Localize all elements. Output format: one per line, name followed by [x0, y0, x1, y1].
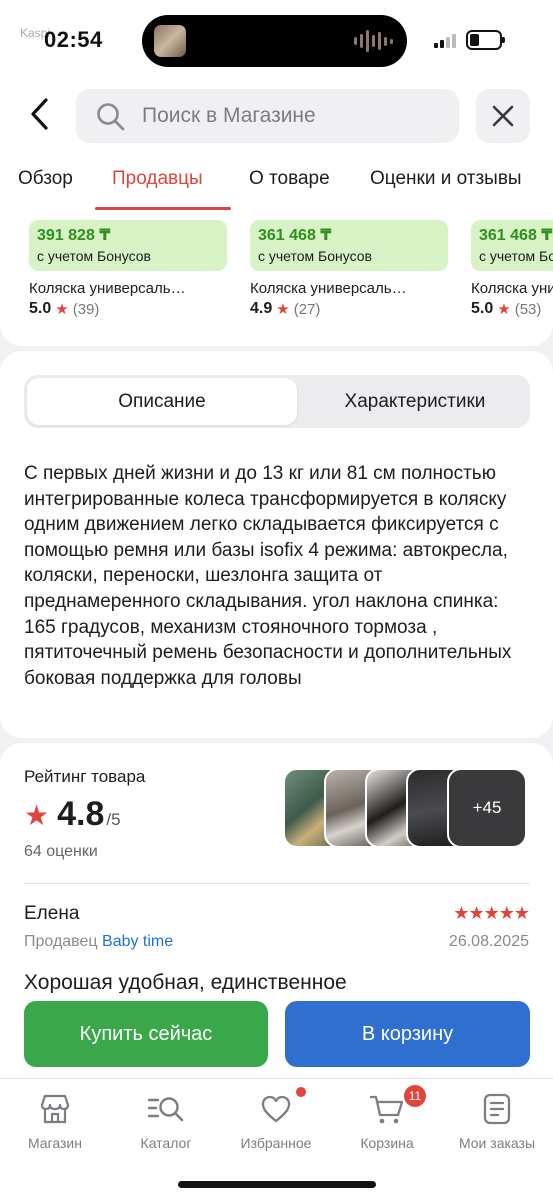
clock: 02:54	[44, 27, 103, 52]
rating-count: 64 оценки	[24, 843, 98, 860]
seller-rating: 5.0 ★ (39)	[29, 300, 229, 318]
tab-sellers[interactable]: Продавцы	[112, 168, 203, 190]
seller-card[interactable]: 361 468 ₸ с учетом Бонусов Коляска униве…	[250, 220, 450, 318]
seller-rating: 5.0 ★ (53)	[471, 300, 553, 318]
price-box: 361 468 ₸ с учетом Бонусов	[250, 220, 448, 271]
audio-waveform-icon	[354, 29, 393, 53]
tab-overview[interactable]: Обзор	[18, 168, 73, 190]
review-count: (53)	[514, 300, 542, 318]
search-icon	[97, 103, 125, 131]
seller-product-name: Коляска универсаль…	[29, 280, 186, 297]
battery-icon	[466, 30, 505, 50]
catalog-search-icon	[116, 1091, 216, 1127]
close-button[interactable]	[476, 89, 530, 143]
shop-icon	[5, 1091, 105, 1127]
price-box: 391 828 ₸ с учетом Бонусов	[29, 220, 227, 271]
tabbar-item-shop[interactable]: Магазин	[5, 1091, 105, 1151]
review-date: 26.08.2025	[448, 933, 529, 950]
rating-score: ★ 4.8 /5	[24, 795, 121, 834]
cart-icon: 11	[337, 1085, 437, 1127]
tabbar-item-cart[interactable]: 11 Корзина	[337, 1085, 437, 1151]
divider	[24, 883, 530, 884]
star-icon: ★	[276, 301, 290, 318]
orders-icon	[447, 1091, 547, 1127]
bonus-note: с учетом Бонусов	[258, 248, 372, 264]
star-icon: ★	[55, 301, 69, 318]
price-box: 361 468 ₸ с учетом Бонусов	[471, 220, 553, 271]
bonus-note: с учетом Бонусов	[37, 248, 151, 264]
add-to-cart-button[interactable]: В корзину	[285, 1001, 530, 1067]
bonus-note: с учетом Бонусов	[479, 248, 553, 264]
search-input[interactable]: Поиск в Магазине	[76, 89, 459, 143]
signal-icon	[434, 34, 456, 48]
review-author: Елена	[24, 903, 80, 924]
description-card: Описание Характеристики С первых дней жи…	[0, 351, 553, 738]
star-icon: ★	[497, 301, 511, 318]
tab-reviews[interactable]: Оценки и отзывы	[370, 168, 522, 190]
seller-price: 361 468 ₸	[479, 227, 553, 244]
tabbar-item-catalog[interactable]: Каталог	[116, 1091, 216, 1151]
tab-about[interactable]: О товаре	[249, 168, 330, 190]
rating-max: /5	[106, 810, 121, 829]
close-icon	[492, 105, 514, 127]
description-segmented-control: Описание Характеристики	[24, 375, 530, 428]
seller-label: Продавец	[24, 933, 98, 950]
now-playing-artwork	[154, 25, 186, 57]
tabbar-label: Мои заказы	[458, 1135, 536, 1151]
rating-value: 4.9	[250, 300, 273, 317]
seller-price: 391 828 ₸	[37, 227, 111, 244]
more-photos-button[interactable]: +45	[447, 768, 527, 848]
tabbar-label: Каталог	[140, 1135, 192, 1151]
notification-dot	[296, 1087, 306, 1097]
seller-card[interactable]: 361 468 ₸ с учетом Бонусов Коляска униве…	[471, 220, 553, 318]
tab-specifications[interactable]: Характеристики	[300, 378, 530, 425]
review-seller: Продавец Baby time	[24, 933, 173, 951]
seller-card[interactable]: 391 828 ₸ с учетом Бонусов Коляска униве…	[29, 220, 229, 318]
cart-badge: 11	[404, 1085, 426, 1107]
description-text: С первых дней жизни и до 13 кг или 81 см…	[24, 463, 512, 689]
seller-link[interactable]: Baby time	[102, 933, 173, 950]
review-photos[interactable]: +45	[283, 768, 529, 848]
seller-product-name: Коляска универсаль…	[471, 280, 553, 297]
product-tabs: Обзор Продавцы О товаре Оценки и отзывы	[0, 150, 553, 210]
rating-value: 5.0	[29, 300, 52, 317]
review-count: (27)	[293, 300, 321, 318]
review-count: (39)	[72, 300, 100, 318]
search-header: Поиск в Магазине	[0, 82, 553, 150]
tabbar-item-orders[interactable]: Мои заказы	[447, 1091, 547, 1151]
rating-value: 5.0	[471, 300, 494, 317]
back-icon[interactable]	[28, 96, 58, 136]
home-indicator[interactable]	[178, 1181, 376, 1188]
tabbar-label: Избранное	[240, 1135, 312, 1151]
review-text: Хорошая удобная, единственное	[24, 971, 347, 993]
seller-rating: 4.9 ★ (27)	[250, 300, 450, 318]
rating-title: Рейтинг товара	[24, 767, 146, 786]
seller-product-name: Коляска универсаль…	[250, 280, 407, 297]
heart-icon	[226, 1087, 326, 1127]
buy-now-button[interactable]: Купить сейчас	[24, 1001, 268, 1067]
sellers-carousel[interactable]: 391 828 ₸ с учетом Бонусов Коляска униве…	[0, 210, 553, 346]
dynamic-island[interactable]	[142, 15, 407, 67]
tabbar-label: Корзина	[360, 1135, 414, 1151]
status-bar: Kaspi 02:54	[0, 0, 553, 82]
seller-price: 361 468 ₸	[258, 227, 332, 244]
rating-value: 4.8	[57, 795, 105, 833]
star-icon: ★	[24, 800, 50, 831]
tabbar-label: Магазин	[27, 1135, 82, 1151]
tab-description[interactable]: Описание	[27, 378, 297, 425]
search-placeholder: Поиск в Магазине	[142, 104, 316, 127]
tabbar-item-favorites[interactable]: Избранное	[226, 1087, 326, 1151]
review-stars: ★★★★★	[453, 903, 530, 923]
